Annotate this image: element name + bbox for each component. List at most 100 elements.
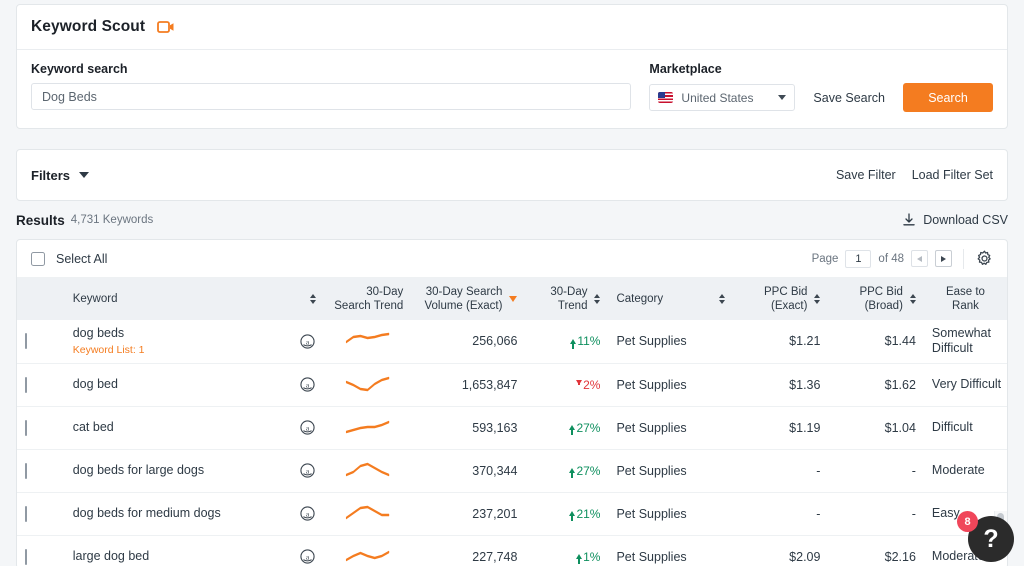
gear-icon bbox=[977, 250, 991, 265]
ppc-bid-exact-cell: - bbox=[732, 449, 829, 493]
search-input[interactable] bbox=[31, 83, 632, 110]
trend-value: 2% bbox=[533, 378, 600, 392]
keyword-search-group: Keyword search bbox=[31, 62, 632, 110]
amazon-link-cell: a bbox=[290, 363, 325, 407]
sort-icon bbox=[310, 294, 317, 304]
download-icon bbox=[903, 213, 915, 226]
table-row[interactable]: dog beds for large dogs a 370,344 27% Pet Su… bbox=[17, 449, 1007, 493]
amazon-icon[interactable]: a bbox=[299, 463, 316, 478]
filters-toggle[interactable]: Filters bbox=[31, 168, 90, 183]
video-camera-icon[interactable] bbox=[157, 20, 175, 34]
ppc-bid-exact-cell: $1.21 bbox=[732, 320, 829, 364]
search-button[interactable]: Search bbox=[903, 83, 993, 112]
page-label: Page bbox=[811, 252, 839, 265]
load-filter-set-button[interactable]: Load Filter Set bbox=[912, 168, 993, 182]
svg-text:a: a bbox=[306, 337, 310, 346]
keyword-search-label: Keyword search bbox=[31, 62, 128, 76]
amazon-icon[interactable]: a bbox=[299, 377, 316, 392]
th-search-volume[interactable]: 30-Day Search Volume (Exact) bbox=[411, 278, 526, 320]
ppc-bid-exact-cell: $1.36 bbox=[732, 363, 829, 407]
amazon-icon[interactable]: a bbox=[299, 549, 316, 564]
search-trend-cell bbox=[324, 406, 412, 450]
ppc-bid-broad-cell: - bbox=[828, 492, 924, 536]
chevron-down-icon bbox=[778, 95, 787, 100]
th-category[interactable]: Category bbox=[608, 278, 733, 320]
help-badge-count: 8 bbox=[957, 511, 978, 532]
previous-page-button[interactable] bbox=[911, 250, 928, 267]
ease-to-rank-cell: Very Difficult bbox=[923, 363, 1007, 407]
th-category-label: Category bbox=[616, 293, 664, 305]
next-page-button[interactable] bbox=[935, 250, 952, 267]
th-keyword[interactable]: Keyword bbox=[64, 278, 325, 320]
marketplace-select[interactable]: United States bbox=[649, 84, 796, 111]
trend-cell: 11% bbox=[525, 320, 609, 364]
row-checkbox[interactable] bbox=[25, 376, 27, 393]
trend-text: 27% bbox=[576, 463, 601, 478]
amazon-icon[interactable]: a bbox=[299, 420, 316, 435]
keyword-text: dog beds for large dogs bbox=[72, 463, 205, 477]
th-ppc-exact[interactable]: PPC Bid (Exact) bbox=[732, 278, 829, 320]
keyword-list-badge: Keyword List: 1 bbox=[72, 344, 145, 357]
page-number-input[interactable] bbox=[845, 249, 872, 268]
row-checkbox[interactable] bbox=[25, 333, 27, 350]
sparkline bbox=[332, 328, 403, 354]
trend-text: 1% bbox=[583, 549, 601, 564]
search-trend-cell bbox=[324, 320, 412, 364]
keyword-text: large dog bed bbox=[72, 549, 150, 563]
results-count: 4,731 Keywords bbox=[70, 214, 154, 226]
trend-cell: 2% bbox=[525, 363, 609, 407]
ppc-bid-exact-cell: $1.19 bbox=[732, 406, 829, 450]
th-search-trend[interactable]: 30-Day Search Trend bbox=[324, 278, 412, 320]
keyword-cell: dog beds Keyword List: 1 bbox=[64, 320, 291, 364]
search-trend-cell bbox=[324, 535, 412, 566]
amazon-icon[interactable]: a bbox=[299, 506, 316, 521]
ease-to-rank-text: Easy bbox=[931, 506, 960, 520]
row-select-cell bbox=[17, 363, 65, 407]
ease-to-rank-text: Somewhat Difficult bbox=[931, 326, 991, 356]
settings-gear-button[interactable] bbox=[976, 250, 993, 267]
save-filter-button[interactable]: Save Filter bbox=[836, 168, 896, 182]
chevron-left-icon bbox=[917, 255, 922, 262]
search-volume-cell: 370,344 bbox=[411, 449, 526, 493]
table-row[interactable]: dog beds Keyword List: 1 a 256,066 11% Pet Su… bbox=[17, 320, 1007, 364]
keyword-cell: cat bed bbox=[64, 406, 291, 450]
row-select-cell bbox=[17, 492, 65, 536]
category-cell: Pet Supplies bbox=[608, 535, 733, 566]
row-checkbox[interactable] bbox=[25, 419, 27, 436]
th-select bbox=[17, 278, 65, 320]
amazon-icon[interactable]: a bbox=[299, 334, 316, 349]
trend-value: 27% bbox=[533, 421, 600, 435]
table-row[interactable]: cat bed a 593,163 27% Pet Supplies $1.19 $1.04… bbox=[17, 406, 1007, 450]
filters-card: Filters Save Filter Load Filter Set bbox=[16, 149, 1008, 201]
row-checkbox[interactable] bbox=[25, 548, 27, 565]
sort-icon bbox=[909, 294, 916, 304]
category-cell: Pet Supplies bbox=[608, 449, 733, 493]
page-title: Keyword Scout bbox=[31, 18, 146, 35]
row-checkbox[interactable] bbox=[25, 462, 27, 479]
ppc-bid-exact-cell: - bbox=[732, 492, 829, 536]
sparkline bbox=[332, 501, 403, 527]
th-ppc-broad[interactable]: PPC Bid (Broad) bbox=[828, 278, 924, 320]
keyword-text: dog beds bbox=[72, 326, 125, 341]
trend-cell: 27% bbox=[525, 449, 609, 493]
search-volume-cell: 227,748 bbox=[411, 535, 526, 566]
th-ppc-exact-label: PPC Bid (Exact) bbox=[763, 286, 808, 312]
trend-text: 21% bbox=[576, 506, 601, 521]
select-all-checkbox[interactable] bbox=[31, 251, 45, 266]
row-checkbox[interactable] bbox=[25, 505, 27, 522]
download-csv-button[interactable]: Download CSV bbox=[902, 213, 1008, 227]
svg-text:a: a bbox=[306, 552, 310, 561]
th-ease-to-rank[interactable]: Ease to Rank bbox=[923, 278, 1007, 320]
svg-text:a: a bbox=[306, 466, 310, 475]
th-trend[interactable]: 30-Day Trend bbox=[525, 278, 609, 320]
search-trend-cell bbox=[324, 449, 412, 493]
save-search-button[interactable]: Save Search bbox=[813, 91, 885, 105]
svg-text:a: a bbox=[306, 423, 310, 432]
amazon-link-cell: a bbox=[290, 449, 325, 493]
table-row[interactable]: dog bed a 1,653,847 2% Pet Supplies $1.36 $1.6… bbox=[17, 363, 1007, 407]
sort-desc-active-icon bbox=[509, 296, 518, 302]
table-row[interactable]: large dog bed a 227,748 1% Pet Supplies $2.09… bbox=[17, 535, 1007, 566]
table-row[interactable]: dog beds for medium dogs a 237,201 21% Pet S… bbox=[17, 492, 1007, 536]
search-trend-cell bbox=[324, 363, 412, 407]
ease-to-rank-cell: Moderate bbox=[923, 449, 1007, 493]
